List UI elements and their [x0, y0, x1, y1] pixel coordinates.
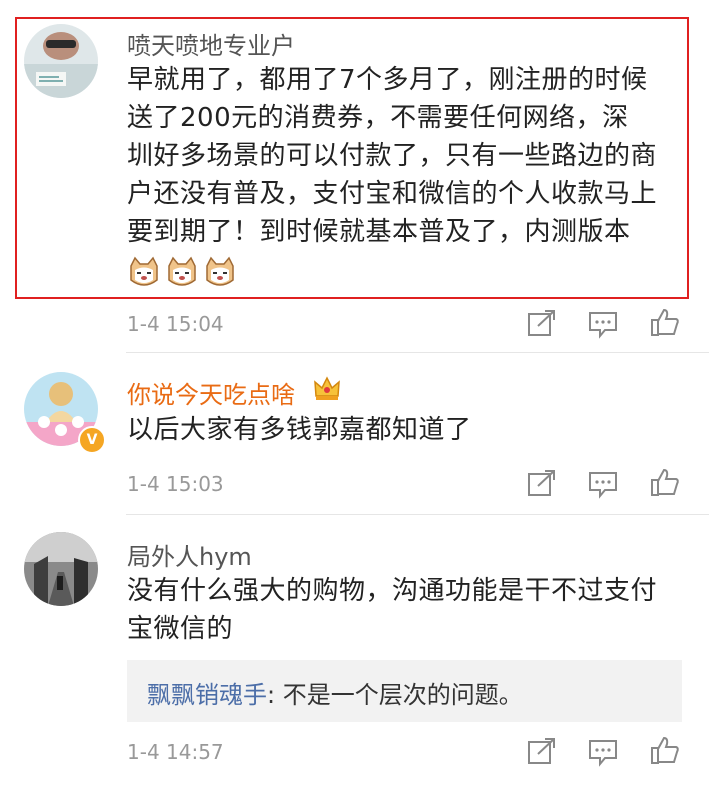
- comment-text: 早就用了，都用了7个多月了，刚注册的时候 送了200元的消费券，不需要任何网络，…: [127, 61, 687, 291]
- emoji-row: [127, 253, 687, 291]
- like-button[interactable]: [650, 735, 680, 765]
- cat-face-icon: [203, 256, 237, 290]
- thumbs-up-icon: [651, 468, 679, 496]
- comment-author-name[interactable]: 局外人hym: [127, 537, 252, 572]
- avatar[interactable]: [24, 532, 98, 606]
- reply-separator: :: [267, 681, 283, 709]
- thumbs-up-icon: [651, 308, 679, 336]
- comment-author-name[interactable]: 你说今天吃点啥: [127, 375, 295, 410]
- comment-text-line: 以后大家有多钱郭嘉都知道了: [127, 415, 472, 445]
- like-button[interactable]: [650, 307, 680, 337]
- divider: [126, 514, 709, 515]
- share-icon: [528, 738, 555, 764]
- avatar[interactable]: [24, 24, 98, 98]
- comment-icon: [589, 740, 617, 767]
- comment-text-line: 宝微信的: [127, 614, 234, 644]
- crown-icon: [313, 374, 341, 402]
- comment-text-line: 送了200元的消费券，不需要任何网络，深: [127, 103, 629, 133]
- divider: [126, 352, 709, 353]
- comment-author-name[interactable]: 喷天喷地专业户: [127, 26, 295, 61]
- comment-text-line: 圳好多场景的可以付款了，只有一些路边的商: [127, 141, 658, 171]
- avatar-image: [24, 24, 98, 98]
- share-button[interactable]: [527, 737, 557, 767]
- comment-text-line: 要到期了！到时候就基本普及了，内测版本: [127, 217, 631, 247]
- verified-badge-icon: V: [78, 426, 106, 454]
- reply-author-name[interactable]: 飘飘销魂手: [147, 681, 267, 709]
- comment-text-line: 没有什么强大的购物，沟通功能是干不过支付: [127, 576, 658, 606]
- thumbs-up-icon: [651, 736, 679, 764]
- share-button[interactable]: [527, 309, 557, 339]
- like-button[interactable]: [650, 467, 680, 497]
- comment-timestamp: 1-4 15:04: [127, 312, 224, 336]
- comment-text: 没有什么强大的购物，沟通功能是干不过支付 宝微信的: [127, 572, 687, 648]
- comment-button[interactable]: [588, 469, 618, 499]
- comment-text: 以后大家有多钱郭嘉都知道了: [127, 411, 687, 449]
- comment-text-line: 早就用了，都用了7个多月了，刚注册的时候: [127, 65, 648, 95]
- comment-text-line: 户还没有普及，支付宝和微信的个人收款马上: [127, 179, 658, 209]
- cat-face-icon: [165, 256, 199, 290]
- reply-preview[interactable]: 飘飘销魂手: 不是一个层次的问题。: [127, 660, 682, 722]
- share-icon: [528, 470, 555, 496]
- reply-text: 飘飘销魂手: 不是一个层次的问题。: [147, 675, 523, 710]
- comment-button[interactable]: [588, 737, 618, 767]
- reply-content: 不是一个层次的问题。: [282, 681, 523, 709]
- comment-timestamp: 1-4 15:03: [127, 472, 224, 496]
- avatar-image: [24, 532, 98, 606]
- comment-icon: [589, 472, 617, 499]
- comment-icon: [589, 312, 617, 339]
- share-button[interactable]: [527, 469, 557, 499]
- comment-timestamp: 1-4 14:57: [127, 740, 224, 764]
- comment-button[interactable]: [588, 309, 618, 339]
- share-icon: [528, 310, 555, 336]
- cat-face-icon: [127, 256, 161, 290]
